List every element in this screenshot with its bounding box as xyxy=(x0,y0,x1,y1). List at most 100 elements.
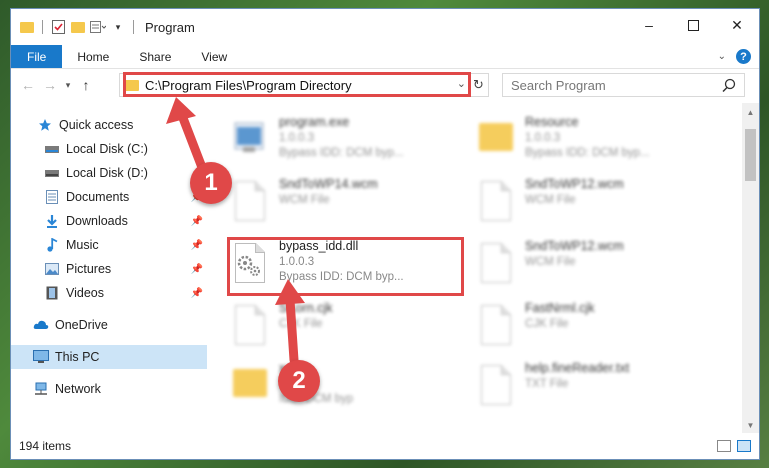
sidebar-item-label: Downloads xyxy=(66,214,128,228)
file-name: help.fineReader.txt xyxy=(525,361,630,375)
file-item[interactable]: SndToWP12.wcm WCM File xyxy=(477,239,717,295)
view-options-icon[interactable] xyxy=(90,19,106,35)
toolbar-separator xyxy=(42,20,43,34)
folder-icon xyxy=(19,19,35,35)
file-item[interactable]: Resource 1.0.0.3 Bypass IDD: DCM byp... xyxy=(477,115,717,171)
file-description: Bypass IDD: DCM byp... xyxy=(279,271,404,283)
folder-icon xyxy=(477,117,515,163)
file-item[interactable]: SndToWP12.wcm WCM File xyxy=(477,177,717,233)
file-type: CJK File xyxy=(279,318,323,330)
file-icon xyxy=(477,241,515,287)
view-switcher xyxy=(717,440,751,452)
sidebar-item-label: Pictures xyxy=(66,262,112,276)
tab-share[interactable]: Share xyxy=(124,45,186,68)
sidebar-item-pictures[interactable]: Pictures 📌 xyxy=(11,257,207,281)
ribbon-right: ⌄ ? xyxy=(718,49,751,64)
callout-badge-2: 2 xyxy=(278,360,320,402)
file-type: WCM File xyxy=(525,256,576,268)
drive-icon xyxy=(44,165,60,181)
customize-toolbar-icon[interactable]: ▾ xyxy=(110,19,126,35)
expand-ribbon-icon[interactable]: ⌄ xyxy=(718,51,726,62)
file-name: SndToWP12.wcm xyxy=(525,239,624,253)
address-dropdown-icon[interactable]: ⌄ xyxy=(457,77,466,90)
properties-icon[interactable] xyxy=(50,19,66,35)
pin-icon[interactable]: 📌 xyxy=(191,240,203,251)
search-input[interactable] xyxy=(511,77,711,93)
tab-home[interactable]: Home xyxy=(62,45,124,68)
file-item[interactable]: FastNrml.cjk CJK File xyxy=(477,301,717,357)
file-item-bypass-idd-dll[interactable]: bypass_idd.dll 1.0.0.3 Bypass IDD: DCM b… xyxy=(231,239,471,295)
maximize-button[interactable] xyxy=(671,9,715,41)
callout-badge-1: 1 xyxy=(190,162,232,204)
address-path[interactable]: C:\Program Files\Program Directory xyxy=(145,78,352,93)
file-item[interactable]: help.fineReader.txt TXT File xyxy=(477,361,717,417)
dll-icon xyxy=(231,241,269,287)
new-folder-icon[interactable] xyxy=(70,19,86,35)
navigation-pane: Quick access Local Disk (C:) Local Disk … xyxy=(11,103,207,433)
sidebar-item-downloads[interactable]: Downloads 📌 xyxy=(11,209,207,233)
file-version: 1.0.0.3 xyxy=(525,132,561,144)
vertical-scrollbar[interactable]: ▲ ▼ xyxy=(742,103,759,433)
sidebar-item-network[interactable]: Network xyxy=(11,377,207,401)
sidebar-item-quick-access[interactable]: Quick access xyxy=(11,113,207,137)
sidebar-item-this-pc[interactable]: This PC xyxy=(11,345,207,369)
file-type: CJK File xyxy=(525,318,569,330)
sidebar-item-local-disk-d[interactable]: Local Disk (D:) xyxy=(11,161,207,185)
file-icon xyxy=(477,303,515,349)
refresh-button[interactable]: ↻ xyxy=(468,74,488,96)
pin-icon[interactable]: 📌 xyxy=(191,288,203,299)
file-type: WCM File xyxy=(525,194,576,206)
file-icon xyxy=(231,179,269,225)
network-icon xyxy=(33,381,49,397)
ribbon-tabs: File Home Share View ⌄ ? xyxy=(11,45,759,69)
drive-icon xyxy=(44,141,60,157)
file-name: Resource xyxy=(525,115,579,129)
sidebar-item-music[interactable]: Music 📌 xyxy=(11,233,207,257)
scrollbar-thumb[interactable] xyxy=(745,129,756,181)
sidebar-item-videos[interactable]: Videos 📌 xyxy=(11,281,207,305)
recent-locations-icon[interactable]: ▾ xyxy=(61,80,75,91)
videos-icon xyxy=(44,285,60,301)
status-bar: 194 items xyxy=(11,433,759,459)
sidebar-item-onedrive[interactable]: OneDrive xyxy=(11,313,207,337)
sidebar-item-label: Network xyxy=(55,382,101,396)
pin-icon[interactable]: 📌 xyxy=(191,216,203,227)
explorer-window: ▾ Program – ✕ File Home Share View ⌄ ? ←… xyxy=(10,8,760,460)
address-bar[interactable]: C:\Program Files\Program Directory ⌄ ↻ xyxy=(119,73,489,97)
sidebar-item-documents[interactable]: Documents 📌 xyxy=(11,185,207,209)
computer-icon xyxy=(33,349,49,365)
forward-button[interactable]: → xyxy=(39,77,61,93)
documents-icon xyxy=(44,189,60,205)
sidebar-item-local-disk-c[interactable]: Local Disk (C:) xyxy=(11,137,207,161)
tab-view[interactable]: View xyxy=(186,45,242,68)
tiles-view-icon[interactable] xyxy=(737,440,751,452)
file-name: program.exe xyxy=(279,115,350,129)
pin-icon[interactable]: 📌 xyxy=(191,264,203,275)
file-item[interactable]: SKorn.cjk CJK File xyxy=(231,301,471,357)
sidebar-item-label: Music xyxy=(66,238,99,252)
cloud-icon xyxy=(33,317,49,333)
back-button[interactable]: ← xyxy=(17,77,39,93)
window-title: Program xyxy=(145,19,195,35)
close-button[interactable]: ✕ xyxy=(715,9,759,41)
maximize-icon xyxy=(687,19,699,31)
file-name: SndToWP14.wcm xyxy=(279,177,378,191)
sidebar-item-label: Documents xyxy=(66,190,130,204)
file-item[interactable]: program.exe 1.0.0.3 Bypass IDD: DCM byp.… xyxy=(231,115,471,171)
tab-file[interactable]: File xyxy=(11,45,63,68)
up-button[interactable]: ↑ xyxy=(75,77,97,93)
help-button[interactable]: ? xyxy=(736,49,751,64)
title-bar: ▾ Program – ✕ xyxy=(11,9,759,45)
file-version: 1.0.0.3 xyxy=(279,132,315,144)
search-box[interactable] xyxy=(502,73,745,97)
minimize-button[interactable]: – xyxy=(627,9,671,41)
file-item[interactable]: x 1.0.0.3 IDD: DCM byp xyxy=(231,361,471,417)
scroll-down-icon[interactable]: ▼ xyxy=(742,421,759,430)
file-description: Bypass IDD: DCM byp... xyxy=(279,147,404,159)
file-icon xyxy=(477,363,515,409)
details-view-icon[interactable] xyxy=(717,440,731,452)
file-item[interactable]: SndToWP14.wcm WCM File xyxy=(231,177,471,233)
sidebar-item-label: Local Disk (C:) xyxy=(66,142,148,156)
scroll-up-icon[interactable]: ▲ xyxy=(742,108,759,117)
